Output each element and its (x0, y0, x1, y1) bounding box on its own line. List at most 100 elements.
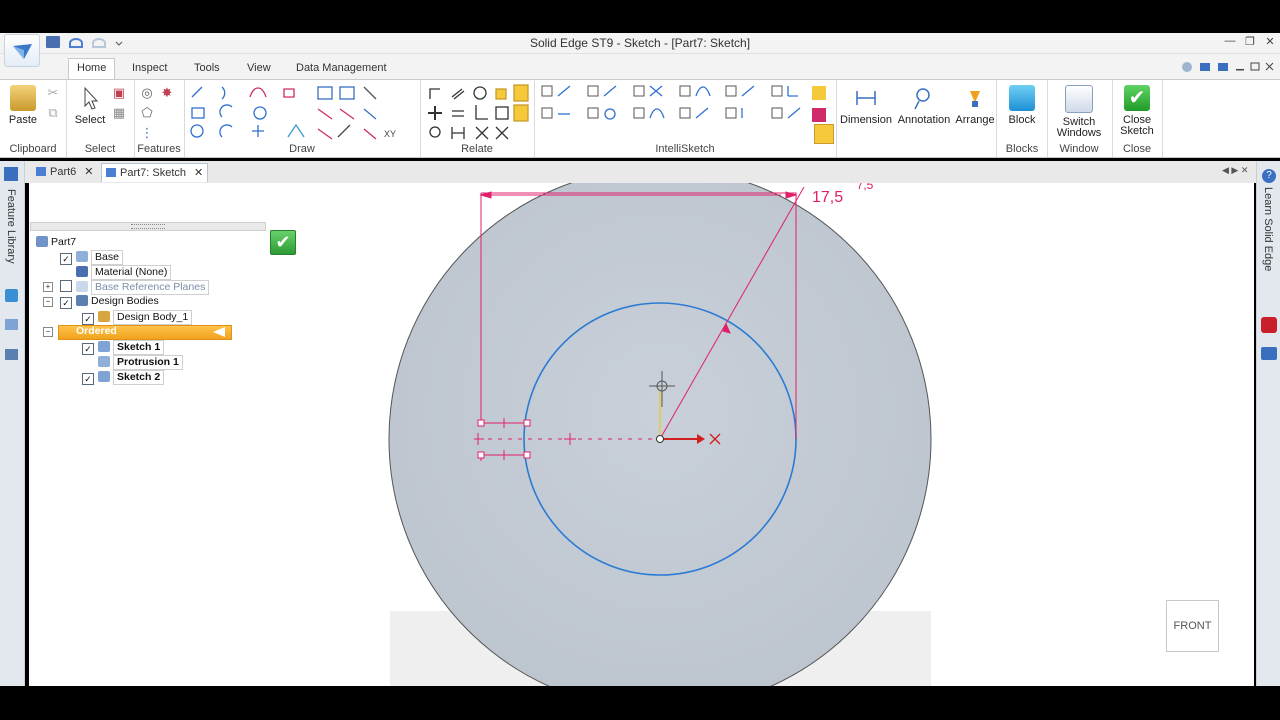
point-icon[interactable] (252, 125, 264, 137)
community-icon[interactable] (1261, 347, 1277, 360)
switch-windows-button[interactable]: Switch Windows (1046, 82, 1112, 139)
line-icon[interactable] (191, 86, 203, 98)
equal-icon[interactable] (452, 110, 464, 117)
tab-inspect[interactable]: Inspect (124, 59, 175, 79)
select-filter-icon[interactable]: ▦ (112, 106, 126, 120)
tree-sketch-1[interactable]: ✓ Sketch 1 (82, 340, 165, 355)
tab-tools[interactable]: Tools (186, 59, 228, 79)
symmetric-icon[interactable] (513, 104, 529, 122)
extend-icon[interactable] (339, 86, 355, 100)
symmetric-axis-icon[interactable] (475, 126, 489, 140)
split-icon[interactable] (363, 86, 377, 100)
close-window-button[interactable]: ✕ (1262, 35, 1278, 49)
circle-icon[interactable] (190, 124, 204, 138)
parallel-icon[interactable] (451, 88, 465, 100)
annotation-button[interactable]: Annotation (894, 82, 954, 138)
sensors-tab-icon[interactable] (5, 349, 18, 360)
layout-icon[interactable] (1200, 63, 1210, 71)
accept-sketch-icon[interactable]: ✔ (270, 230, 296, 255)
sketch-viewport[interactable]: 17,5 ' 7,5 (29, 183, 1254, 686)
offset-icon[interactable] (317, 108, 333, 120)
collapse-ordered[interactable]: − (43, 327, 53, 337)
arrange-button[interactable]: Arrange (954, 82, 996, 138)
cut-icon[interactable]: ✂ (46, 86, 60, 100)
intellisketch-checkbox-8[interactable] (679, 107, 691, 119)
lock-icon[interactable] (495, 88, 507, 100)
chamfer-icon[interactable] (287, 123, 305, 138)
dimension-value-label-partial[interactable]: ' 7,5 (851, 183, 874, 192)
design-body-checkbox[interactable]: ✓ (82, 313, 94, 325)
mirror-icon[interactable] (339, 108, 355, 120)
intellisketch-toggle-button[interactable] (814, 124, 834, 144)
close-tab-icon[interactable]: ✕ (84, 166, 93, 178)
connect-icon[interactable] (428, 106, 442, 120)
sketch-2-checkbox[interactable]: ✓ (82, 373, 94, 385)
pathfinder-tab-icon[interactable] (5, 289, 18, 302)
rigid-set-icon[interactable] (495, 106, 509, 120)
layers-tab-icon[interactable] (5, 319, 18, 330)
perpendicular-icon[interactable] (429, 88, 440, 99)
scale-icon[interactable] (363, 128, 377, 140)
fill-icon[interactable] (283, 88, 295, 98)
design-bodies-checkbox[interactable]: ✓ (60, 297, 72, 309)
pattern-relate-icon[interactable] (495, 126, 509, 140)
learn-solid-edge-tab[interactable]: Learn Solid Edge (1262, 187, 1274, 271)
collinear-icon[interactable] (451, 127, 465, 139)
doc-tab-part7[interactable]: Part7: Sketch ✕ (101, 163, 209, 182)
slot-handle-br[interactable] (523, 451, 531, 459)
intellisketch-checkbox-6[interactable] (633, 107, 645, 119)
xy-label-icon[interactable]: XY (384, 129, 396, 139)
intellisketch-checkbox-11[interactable] (771, 85, 783, 97)
help-circle-icon[interactable]: ? (1262, 169, 1276, 183)
intellisketch-options-icon[interactable] (812, 108, 826, 122)
dimension-value-label[interactable]: 17,5 (812, 189, 843, 206)
intellisketch-checkbox-5[interactable] (633, 85, 645, 97)
round-icon[interactable]: ✸ (160, 86, 174, 100)
copy-icon[interactable]: ⧉ (46, 106, 60, 120)
tree-design-bodies[interactable]: ✓ Design Bodies (60, 295, 159, 309)
close-tab-icon[interactable]: ✕ (194, 167, 203, 179)
concentric-icon[interactable] (473, 86, 487, 100)
feature-library-tab[interactable]: Feature Library (5, 189, 17, 264)
save-icon[interactable] (46, 36, 60, 48)
select-tools-icon[interactable]: ▣ (112, 86, 126, 100)
trim-icon[interactable] (317, 86, 333, 100)
tree-root[interactable]: Part7 (36, 236, 76, 249)
tab-data-management[interactable]: Data Management (288, 59, 395, 79)
redo-icon[interactable] (92, 38, 107, 48)
relationship-handles-icon[interactable] (513, 84, 529, 102)
tab-view[interactable]: View (239, 59, 279, 79)
tree-design-body-1[interactable]: ✓ Design Body_1 (82, 310, 193, 325)
intellisketch-checkbox-4[interactable] (587, 107, 599, 119)
pattern-icon[interactable]: ⋮ (140, 126, 154, 140)
windows-icon[interactable] (1218, 63, 1228, 71)
intellisketch-checkbox-10[interactable] (725, 107, 737, 119)
collapse-design-bodies[interactable]: − (43, 297, 53, 307)
tree-protrusion-1[interactable]: Protrusion 1 (98, 355, 183, 370)
tree-material[interactable]: Material (None) (76, 265, 172, 280)
pathfinder-header[interactable] (30, 222, 266, 231)
doc-restore-icon[interactable] (1250, 62, 1260, 71)
intellisketch-checkbox-9[interactable] (725, 85, 737, 97)
tree-sketch-2[interactable]: ✓ Sketch 2 (82, 370, 165, 385)
doc-tab-part6[interactable]: Part6 ✕ (32, 163, 98, 181)
tab-home[interactable]: Home (68, 58, 116, 80)
slot-handle-tl[interactable] (477, 419, 485, 427)
intellisketch-checkbox-12[interactable] (771, 107, 783, 119)
undo-icon[interactable] (69, 38, 84, 48)
ellipse-icon[interactable] (253, 106, 267, 120)
intellisketch-checkbox-7[interactable] (679, 85, 691, 97)
slot-handle-tr[interactable] (523, 419, 531, 427)
origin-point[interactable] (656, 435, 664, 443)
intellisketch-checkbox-3[interactable] (587, 85, 599, 97)
move-icon[interactable] (363, 108, 377, 120)
tree-base-reference-planes[interactable]: Base Reference Planes (60, 280, 210, 295)
intellisketch-settings-icon[interactable] (812, 86, 826, 100)
arc-3pt-icon[interactable] (219, 124, 233, 138)
help-icon[interactable] (1182, 62, 1192, 72)
tangent-arc-icon[interactable] (219, 104, 233, 118)
graphics-window[interactable]: 17,5 ' 7,5 (29, 183, 1254, 686)
dimension-button[interactable]: Dimension (838, 82, 894, 138)
intellisketch-checkbox-1[interactable] (541, 85, 553, 97)
extrude-icon[interactable]: ⬠ (140, 106, 154, 120)
